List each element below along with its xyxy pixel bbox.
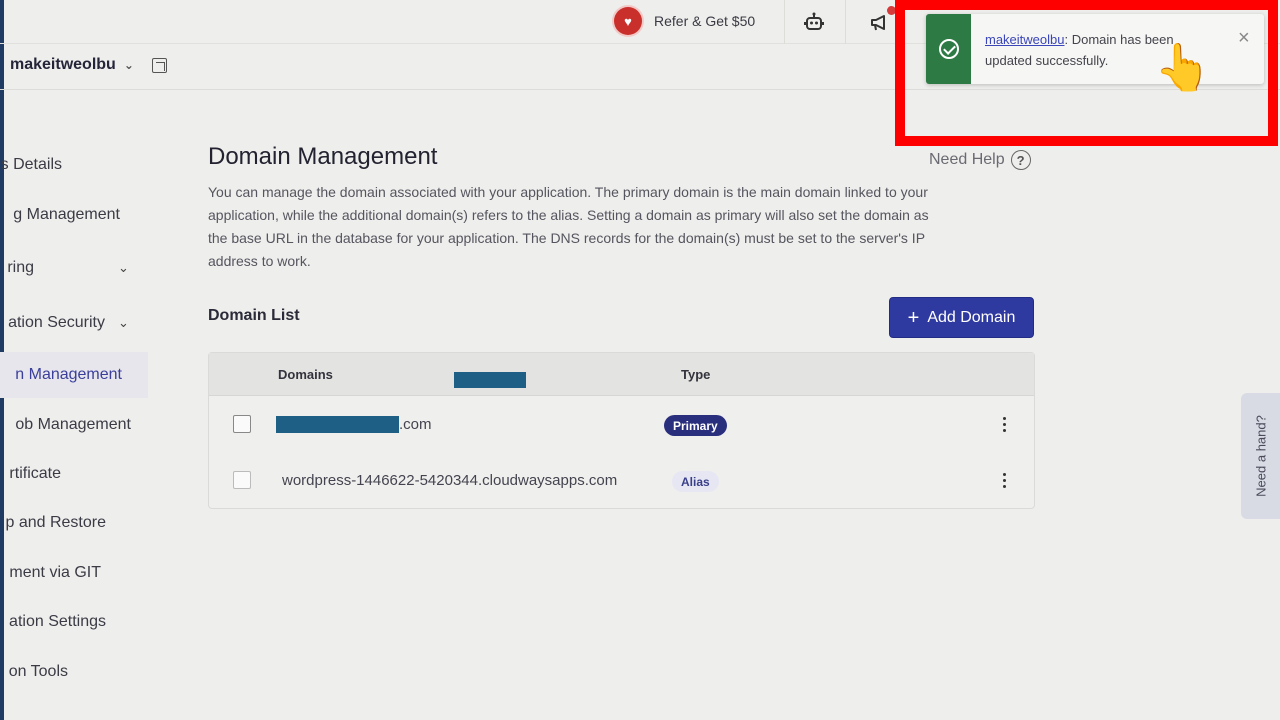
table-row: wordpress-1446622-5420344.cloudwaysapps.… [209, 453, 1034, 509]
refer-label: Refer & Get $50 [654, 13, 756, 29]
domain-list-title: Domain List [208, 307, 300, 324]
column-header-domains: Domains [278, 367, 333, 382]
row-checkbox[interactable] [233, 415, 251, 433]
app-selector[interactable]: makeitweolbu ⌄ [10, 56, 167, 74]
topbar-divider [845, 0, 846, 44]
sidebar-item-monitoring-management[interactable]: g Management [0, 192, 148, 238]
need-a-hand-tab[interactable]: Need a hand? [1241, 393, 1280, 519]
domain-cell: wordpress-1446622-5420344.cloudwaysapps.… [282, 472, 617, 489]
plus-icon: + [907, 306, 920, 329]
sidebar-item-deployment-git[interactable]: ment via GIT [0, 550, 148, 596]
highlight-frame [895, 0, 1278, 146]
more-options-icon[interactable] [999, 413, 1009, 435]
domain-cell: .com [276, 416, 432, 433]
domain-text: wordpress-1446622-5420344.cloudwaysapps.… [282, 472, 618, 489]
row-checkbox[interactable] [233, 471, 251, 489]
domain-suffix: .com [399, 416, 432, 433]
sidebar-item-domain-management[interactable]: n Management [0, 352, 148, 398]
sidebar-item-backup-restore[interactable]: p and Restore [0, 500, 148, 546]
need-help-link[interactable]: Need Help ? [929, 150, 1031, 170]
alias-badge: Alias [672, 471, 719, 492]
sidebar-item-monitoring[interactable]: ring ⌄ [0, 245, 148, 291]
sidebar-item-application-security[interactable]: ation Security ⌄ [0, 300, 148, 346]
sidebar-item-ssl-certificate[interactable]: rtificate [0, 451, 148, 497]
need-a-hand-label: Need a hand? [1253, 415, 1268, 497]
question-icon: ? [1010, 150, 1031, 170]
sidebar-item-cron-job-management[interactable]: ob Management [0, 402, 148, 448]
megaphone-icon[interactable] [866, 6, 896, 36]
sidebar-item-details[interactable]: s Details [0, 142, 148, 188]
primary-badge: Primary [664, 415, 727, 436]
column-header-type: Type [681, 367, 711, 382]
chevron-down-icon: ⌄ [123, 58, 134, 72]
chevron-down-icon: ⌄ [118, 315, 129, 330]
table-row: .com Primary [209, 397, 1034, 453]
more-options-icon[interactable] [999, 469, 1009, 491]
topbar-divider [784, 0, 785, 44]
external-link-icon[interactable] [151, 57, 167, 73]
page-title: Domain Management [208, 143, 438, 170]
add-domain-button[interactable]: + Add Domain [889, 297, 1034, 338]
refer-button[interactable]: ♥ Refer & Get $50 [614, 6, 755, 36]
domain-table: Domains Type .com Primary wordpress-1446… [208, 352, 1035, 509]
table-header: Domains Type [209, 353, 1034, 396]
redaction-bar [276, 416, 399, 433]
page-description: You can manage the domain associated wit… [208, 184, 929, 269]
need-help-label: Need Help [929, 151, 1005, 168]
robot-icon[interactable] [800, 8, 828, 36]
redaction-bar [454, 372, 526, 388]
add-domain-label: Add Domain [927, 308, 1016, 326]
sidebar-item-application-settings[interactable]: ation Settings [0, 599, 148, 645]
heart-icon: ♥ [614, 7, 642, 35]
app-name: makeitweolbu [10, 56, 116, 73]
sidebar-item-migration-tools[interactable]: on Tools [0, 649, 148, 695]
chevron-down-icon: ⌄ [118, 260, 129, 275]
